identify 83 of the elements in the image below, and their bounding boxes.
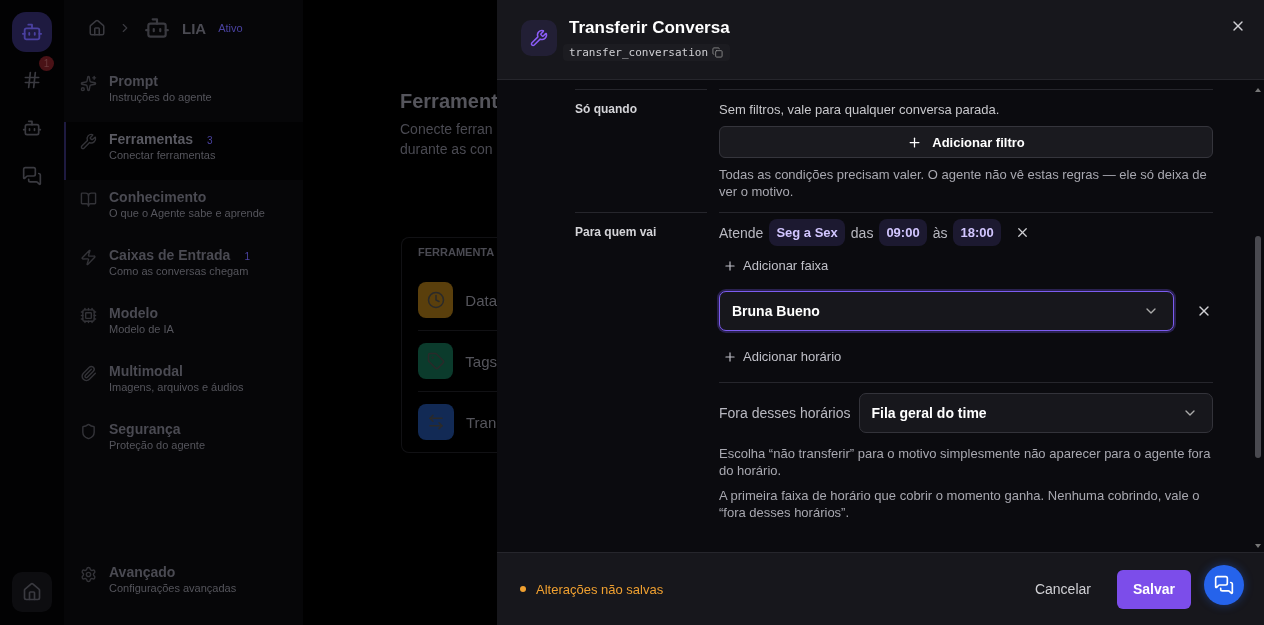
unsaved-status: Alterações não salvas [536, 581, 665, 597]
nav-subtitle: Modelo de IA [109, 323, 174, 335]
nav-item[interactable]: Modelo Modelo de IA [64, 296, 303, 354]
card-header: FERRAMENTA [418, 246, 495, 258]
assignee-select[interactable]: Bruna Bueno [719, 291, 1174, 331]
nav-subtitle: Configurações avançadas [109, 582, 237, 594]
tool-name: Data [465, 291, 497, 309]
tool-name: Tags [465, 352, 497, 370]
schedule-label: às [932, 224, 948, 241]
tool-code: transfer_conversation [569, 46, 709, 59]
plus-icon [907, 134, 923, 150]
home-icon[interactable] [88, 19, 106, 37]
fallback-label: Fora desses horários [719, 405, 851, 421]
scrollbar[interactable] [1254, 86, 1262, 550]
nav-title: Conhecimento [109, 189, 207, 205]
shield-icon [80, 423, 97, 440]
add-filter-button[interactable]: Adicionar filtro [719, 126, 1213, 158]
tool-name: Tran [466, 413, 497, 431]
nav-subtitle: Proteção do agente [109, 439, 206, 451]
nav-item[interactable]: Ferramentas 3 Conectar ferramentas [64, 122, 303, 180]
hash-icon [22, 70, 42, 90]
robot-icon [144, 15, 170, 41]
page-description: durante as con [400, 140, 493, 159]
lightning-icon [80, 249, 97, 266]
status-label: Ativo [218, 22, 243, 34]
copy-icon[interactable] [712, 47, 724, 58]
paperclip-icon [80, 365, 97, 382]
nav-item[interactable]: Avançado Configurações avançadas [64, 555, 303, 613]
home-button[interactable] [12, 572, 52, 612]
days-chip[interactable]: Seg a Sex [769, 219, 845, 246]
help-text: Escolha “não transferir” para o motivo simplesmente não aparecer para o agente fora do horário. [719, 445, 1212, 479]
nav-title: Avançado [109, 564, 176, 580]
sparkles-icon [80, 75, 97, 92]
nav-subtitle: Instruções do agente [109, 91, 212, 103]
status-dot [520, 586, 526, 592]
time-chip[interactable]: 09:00 [879, 219, 927, 246]
drawer-title: Transferir Conversa [569, 18, 730, 38]
chip-icon [80, 307, 97, 324]
help-text: A primeira faixa de horário que cobrir o momento ganha. Nenhuma cobrindo, vale o “fora desses horários”. [719, 487, 1201, 521]
chat-icon [22, 166, 42, 186]
nav-item[interactable]: Prompt Instruções do agente [64, 64, 303, 122]
section-label: Só quando [575, 89, 707, 212]
wrench-icon [80, 133, 97, 150]
nav-title: Multimodal [109, 363, 183, 379]
nav-title: Prompt [109, 73, 158, 89]
nav-subtitle: Como as conversas chegam [109, 265, 250, 277]
nav-title: Ferramentas [109, 131, 194, 147]
page-title: Ferrament [400, 90, 497, 113]
nav-subtitle: O que o Agente sabe e aprende [109, 207, 265, 219]
nav-count: 3 [207, 135, 213, 146]
page-description: Conecte ferran [400, 120, 493, 139]
book-icon [80, 191, 97, 208]
home-icon [22, 582, 42, 602]
nav-item[interactable]: Caixas de Entrada 1 Como as conversas chegam [64, 238, 303, 296]
agent-name: LIA [182, 19, 207, 37]
cancel-button[interactable]: Cancelar [1018, 573, 1107, 605]
robot-icon [21, 21, 43, 43]
fallback-select[interactable]: Fila geral do time [858, 393, 1213, 433]
help-text: Todas as condições precisam valer. O agente não vê estas regras — ele só deixa de ver o motivo. [719, 166, 1208, 200]
section-label: Para quem vai [575, 212, 707, 533]
nav-title: Modelo [109, 305, 158, 321]
nav-subtitle: Conectar ferramentas [109, 149, 216, 161]
nav-title: Caixas de Entrada [109, 247, 231, 263]
nav-item[interactable]: Segurança Proteção do agente [64, 412, 303, 470]
wrench-icon [521, 20, 557, 56]
filter-status: Sem filtros, vale para qualquer conversa parada. [719, 101, 1001, 118]
nav-item[interactable]: Conhecimento O que o Agente sabe e aprende [64, 180, 303, 238]
nav-subtitle: Imagens, arquivos e áudios [109, 381, 244, 393]
schedule-label: Atende [719, 224, 764, 241]
logo-button[interactable] [12, 12, 52, 52]
add-range-button[interactable]: Adicionar faixa [719, 254, 833, 277]
nav-title: Segurança [109, 421, 181, 437]
plus-icon [723, 349, 737, 364]
schedule-label: das [850, 224, 874, 241]
gear-icon [80, 566, 97, 583]
nav-item[interactable]: Multimodal Imagens, arquivos e áudios [64, 354, 303, 412]
nav-count: 1 [244, 251, 250, 262]
save-button[interactable]: Salvar [1116, 569, 1191, 609]
add-schedule-button[interactable]: Adicionar horário [719, 345, 846, 368]
chat-icon [1214, 575, 1234, 595]
time-chip[interactable]: 18:00 [953, 219, 1001, 246]
robot-icon [22, 118, 42, 138]
plus-icon [723, 258, 737, 273]
